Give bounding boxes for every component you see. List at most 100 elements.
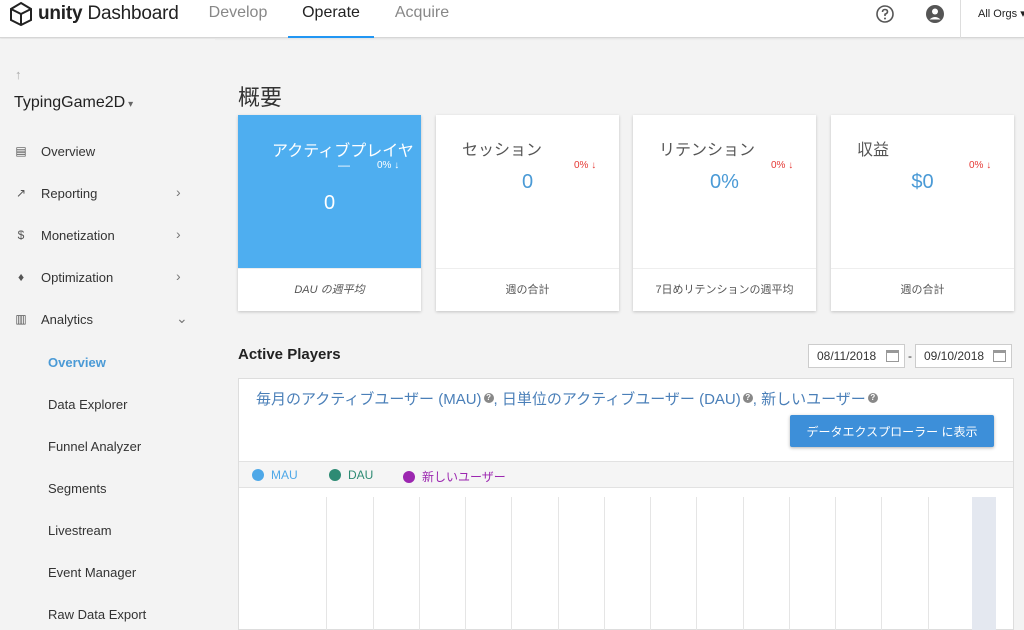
sidebar-subitem-overview[interactable]: Overview bbox=[48, 355, 106, 370]
date-from-input[interactable]: 08/11/2018 bbox=[808, 344, 905, 368]
tab-acquire[interactable]: Acquire bbox=[384, 0, 460, 38]
gridline bbox=[373, 497, 374, 630]
sidebar-item-label: Monetization bbox=[41, 228, 115, 243]
sidebar-subitem-raw-data-export[interactable]: Raw Data Export bbox=[48, 607, 146, 622]
mau-title: 毎月のアクティブユーザー (MAU) bbox=[256, 391, 482, 408]
sidebar-item-monetization[interactable]: $ Monetization › bbox=[0, 221, 215, 251]
chart-highlight-band bbox=[972, 497, 996, 630]
view-in-data-explorer-button[interactable]: データエクスプローラー に表示 bbox=[790, 415, 994, 447]
gridline bbox=[789, 497, 790, 630]
project-selector[interactable]: TypingGame2D ▾ bbox=[14, 94, 133, 112]
date-separator: - bbox=[908, 349, 912, 363]
unity-logo[interactable]: unity Dashboard bbox=[8, 1, 179, 27]
reporting-icon: ↗ bbox=[15, 186, 27, 200]
help-icon[interactable]: ? bbox=[742, 393, 753, 403]
gridline bbox=[604, 497, 605, 630]
metric-card-revenue[interactable]: 収益 0% ↓ $0 週の合計 bbox=[831, 115, 1014, 311]
chevron-down-icon: ▾ bbox=[1020, 8, 1024, 20]
sidebar-item-optimization[interactable]: ♦ Optimization › bbox=[0, 263, 215, 293]
legend-dot-icon bbox=[403, 471, 415, 483]
sidebar-item-overview[interactable]: ▤ Overview bbox=[0, 137, 215, 167]
calendar-icon bbox=[993, 350, 1006, 362]
gridline bbox=[558, 497, 559, 630]
help-icon[interactable]: ? bbox=[483, 393, 494, 403]
sidebar-item-label: Reporting bbox=[41, 186, 98, 201]
dau-title: , 日単位のアクティブユーザー (DAU) bbox=[493, 391, 741, 408]
card-title: セッション bbox=[462, 142, 543, 159]
chevron-right-icon: › bbox=[176, 184, 181, 200]
new-users-title: , 新しいユーザー bbox=[752, 391, 866, 408]
sidebar-item-label: Overview bbox=[41, 144, 96, 159]
card-footer: 週の合計 bbox=[436, 268, 619, 311]
logo-text: unity Dashboard bbox=[38, 3, 179, 24]
card-title: 収益 bbox=[857, 142, 890, 159]
chart-area bbox=[239, 489, 1013, 630]
card-value: $0 bbox=[911, 171, 934, 193]
calendar-icon bbox=[886, 350, 899, 362]
gridline bbox=[835, 497, 836, 630]
active-players-title: Active Players bbox=[238, 346, 341, 363]
gridline bbox=[511, 497, 512, 630]
gridline bbox=[743, 497, 744, 630]
legend-dot-icon bbox=[329, 469, 341, 481]
account-icon[interactable] bbox=[925, 4, 945, 24]
card-value: 0% bbox=[710, 171, 739, 193]
sidebar: ↑ TypingGame2D ▾ ▤ Overview ↗ Reporting ›… bbox=[0, 39, 215, 630]
card-value: 0 bbox=[521, 171, 534, 193]
sidebar-subitem-event-manager[interactable]: Event Manager bbox=[48, 565, 136, 580]
dollar-icon: $ bbox=[17, 228, 25, 242]
legend-item-new-users[interactable]: 新しいユーザー bbox=[403, 468, 506, 485]
card-value: 0 bbox=[323, 192, 336, 214]
caret-down-icon: ▾ bbox=[128, 99, 134, 110]
panel-header: 毎月のアクティブユーザー (MAU)?, 日単位のアクティブユーザー (DAU)… bbox=[239, 379, 1013, 462]
metric-card-active-players[interactable]: アクティブプレイヤ — 0% ↓ 0 DAU の週平均 bbox=[238, 115, 421, 311]
chevron-down-icon: ⌄ bbox=[176, 310, 188, 326]
legend-dot-icon bbox=[252, 469, 264, 481]
back-arrow-icon[interactable]: ↑ bbox=[15, 67, 22, 82]
gridline bbox=[326, 497, 327, 630]
panel-title: 毎月のアクティブユーザー (MAU)?, 日単位のアクティブユーザー (DAU)… bbox=[256, 388, 878, 409]
card-delta: 0% ↓ bbox=[969, 160, 992, 171]
card-delta: 0% ↓ bbox=[377, 160, 400, 171]
active-players-panel: 毎月のアクティブユーザー (MAU)?, 日単位のアクティブユーザー (DAU)… bbox=[238, 378, 1014, 630]
gridline bbox=[419, 497, 420, 630]
gridline bbox=[465, 497, 466, 630]
card-title: リテンション bbox=[659, 142, 756, 159]
card-delta: 0% ↓ bbox=[574, 160, 597, 171]
legend-item-mau[interactable]: MAU bbox=[252, 468, 298, 482]
tab-develop[interactable]: Develop bbox=[200, 0, 276, 38]
sidebar-subitem-funnel-analyzer[interactable]: Funnel Analyzer bbox=[48, 439, 141, 454]
help-icon[interactable]: ? bbox=[867, 393, 878, 403]
card-title-dash: — bbox=[338, 158, 350, 172]
lightbulb-icon: ♦ bbox=[17, 270, 25, 284]
date-to-input[interactable]: 09/10/2018 bbox=[915, 344, 1012, 368]
sidebar-subitem-data-explorer[interactable]: Data Explorer bbox=[48, 397, 127, 412]
overview-icon: ▤ bbox=[15, 144, 27, 158]
sidebar-subitem-segments[interactable]: Segments bbox=[48, 481, 107, 496]
card-footer: DAU の週平均 bbox=[238, 268, 421, 311]
page-title: 概要 bbox=[238, 85, 283, 110]
card-footer: 7日めリテンションの週平均 bbox=[633, 268, 816, 311]
chart-legend: MAU DAU 新しいユーザー bbox=[239, 461, 1013, 488]
analytics-icon: ▥ bbox=[15, 312, 27, 326]
metric-card-retention[interactable]: リテンション 0% ↓ 0% 7日めリテンションの週平均 bbox=[633, 115, 816, 311]
card-footer: 週の合計 bbox=[831, 268, 1014, 311]
top-bar: unity Dashboard Develop Operate Acquire … bbox=[0, 0, 1024, 38]
tab-operate[interactable]: Operate bbox=[288, 0, 374, 38]
chevron-right-icon: › bbox=[176, 268, 181, 284]
gridline bbox=[650, 497, 651, 630]
gridline bbox=[928, 497, 929, 630]
sidebar-item-reporting[interactable]: ↗ Reporting › bbox=[0, 179, 215, 209]
sidebar-item-analytics[interactable]: ▥ Analytics ⌄ bbox=[0, 305, 215, 335]
metric-card-sessions[interactable]: セッション 0% ↓ 0 週の合計 bbox=[436, 115, 619, 311]
sidebar-subitem-livestream[interactable]: Livestream bbox=[48, 523, 112, 538]
chevron-right-icon: › bbox=[176, 226, 181, 242]
legend-item-dau[interactable]: DAU bbox=[329, 468, 373, 482]
sidebar-item-label: Analytics bbox=[41, 312, 94, 327]
card-delta: 0% ↓ bbox=[771, 160, 794, 171]
unity-cube-icon bbox=[10, 1, 32, 27]
help-icon[interactable] bbox=[875, 4, 895, 24]
org-selector[interactable]: All Orgs ▾ bbox=[960, 0, 1024, 38]
sidebar-item-label: Optimization bbox=[41, 270, 114, 285]
gridline bbox=[696, 497, 697, 630]
